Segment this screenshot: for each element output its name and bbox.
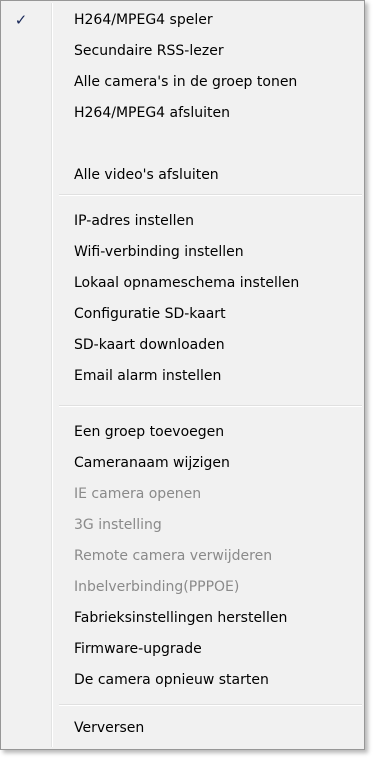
- menu-item-camera-herstarten[interactable]: De camera opnieuw starten: [3, 665, 362, 696]
- menu-item-fabrieksinstellingen[interactable]: Fabrieksinstellingen herstellen: [3, 603, 362, 634]
- menu-item-remote-camera-verwijderen: Remote camera verwijderen: [3, 541, 362, 572]
- menu-separator: [59, 704, 362, 706]
- menu-item-groep-toevoegen[interactable]: Een groep toevoegen: [3, 417, 362, 448]
- context-menu: ✓ H264/MPEG4 speler Secundaire RSS-lezer…: [0, 0, 365, 750]
- menu-item-label: Remote camera verwijderen: [74, 548, 273, 564]
- menu-item-email-alarm[interactable]: Email alarm instellen: [3, 361, 362, 392]
- menu-item-label: H264/MPEG4 afsluiten: [74, 105, 230, 121]
- menu-item-label: SD-kaart downloaden: [74, 337, 225, 353]
- menu-item-label: Wifi-verbinding instellen: [74, 244, 244, 260]
- menu-item-secundaire-rss-lezer[interactable]: Secundaire RSS-lezer: [3, 36, 362, 67]
- menu-item-label: Firmware-upgrade: [74, 641, 202, 657]
- menu-item-ip-adres-instellen[interactable]: IP-adres instellen: [3, 206, 362, 237]
- menu-separator: [59, 405, 362, 407]
- menu-item-label: IE camera openen: [74, 486, 202, 502]
- menu-item-label: Cameranaam wijzigen: [74, 455, 230, 471]
- menu-item-ie-camera-openen: IE camera openen: [3, 479, 362, 510]
- menu-item-opnameschema-instellen[interactable]: Lokaal opnameschema instellen: [3, 268, 362, 299]
- menu-item-label: Verversen: [74, 720, 145, 736]
- menu-item-3g-instelling: 3G instelling: [3, 510, 362, 541]
- menu-item-label: 3G instelling: [74, 517, 162, 533]
- menu-item-label: Configuratie SD-kaart: [74, 306, 226, 322]
- menu-item-wifi-instellen[interactable]: Wifi-verbinding instellen: [3, 237, 362, 268]
- menu-item-h264-afsluiten[interactable]: H264/MPEG4 afsluiten: [3, 98, 362, 129]
- menu-item-firmware-upgrade[interactable]: Firmware-upgrade: [3, 634, 362, 665]
- menu-item-inbelverbinding: Inbelverbinding(PPPOE): [3, 572, 362, 603]
- menu-item-label: Lokaal opnameschema instellen: [74, 275, 300, 291]
- menu-item-label: IP-adres instellen: [74, 213, 195, 229]
- menu-item-h264-speler[interactable]: ✓ H264/MPEG4 speler: [3, 5, 362, 36]
- menu-item-label: De camera opnieuw starten: [74, 672, 269, 688]
- menu-item-label: Alle camera's in de groep tonen: [74, 74, 298, 90]
- menu-item-configuratie-sd-kaart[interactable]: Configuratie SD-kaart: [3, 299, 362, 330]
- checkmark-icon: ✓: [14, 11, 28, 29]
- menu-item-label: Alle video's afsluiten: [74, 167, 219, 183]
- menu-item-label: Een groep toevoegen: [74, 424, 225, 440]
- menu-item-label: Email alarm instellen: [74, 368, 222, 384]
- menu-item-label: Inbelverbinding(PPPOE): [74, 579, 240, 595]
- menu-separator: [59, 194, 362, 196]
- menu-item-alle-cameras-tonen[interactable]: Alle camera's in de groep tonen: [3, 67, 362, 98]
- menu-item-verversen[interactable]: Verversen: [3, 713, 362, 744]
- menu-item-cameranaam-wijzigen[interactable]: Cameranaam wijzigen: [3, 448, 362, 479]
- menu-item-label: Fabrieksinstellingen herstellen: [74, 610, 288, 626]
- menu-item-sd-kaart-downloaden[interactable]: SD-kaart downloaden: [3, 330, 362, 361]
- menu-item-alle-videos-afsluiten[interactable]: Alle video's afsluiten: [3, 160, 362, 191]
- menu-item-label: Secundaire RSS-lezer: [74, 43, 224, 59]
- menu-item-label: H264/MPEG4 speler: [74, 12, 213, 28]
